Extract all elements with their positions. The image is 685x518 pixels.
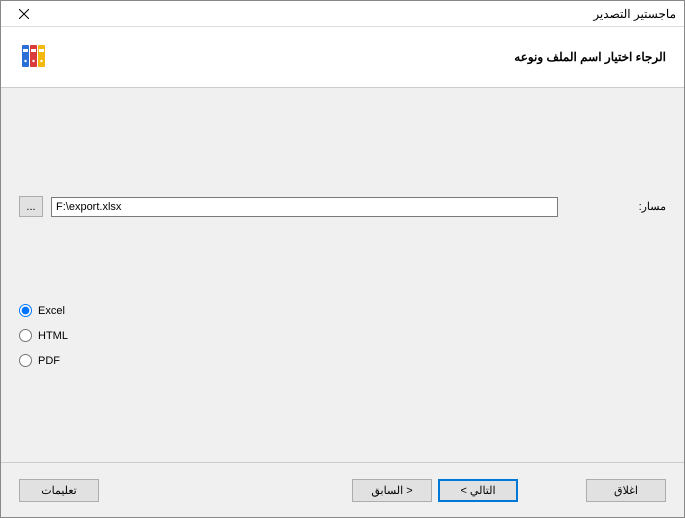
path-label: مسار: <box>566 200 666 213</box>
radio-pdf-label: PDF <box>38 355 60 367</box>
titlebar: ماجستير التصدير <box>1 1 684 27</box>
radio-excel[interactable]: Excel <box>19 304 68 317</box>
wizard-footer: اغلاق التالي > < السابق تعليمات <box>1 463 684 517</box>
close-icon <box>19 9 29 19</box>
close-dialog-button[interactable]: اغلاق <box>586 479 666 502</box>
close-button[interactable] <box>9 4 39 24</box>
radio-html-label: HTML <box>38 330 68 342</box>
back-button[interactable]: < السابق <box>352 479 432 502</box>
wizard-content: مسار: ... Excel HTML PDF <box>1 87 684 463</box>
next-button[interactable]: التالي > <box>438 479 518 502</box>
radio-html[interactable]: HTML <box>19 329 68 342</box>
path-row: مسار: ... <box>19 196 666 217</box>
format-radio-group: Excel HTML PDF <box>19 304 68 379</box>
browse-button[interactable]: ... <box>19 196 43 217</box>
path-input[interactable] <box>51 197 558 217</box>
radio-excel-input[interactable] <box>19 304 32 317</box>
binders-icon <box>19 41 49 74</box>
help-button[interactable]: تعليمات <box>19 479 99 502</box>
radio-excel-label: Excel <box>38 305 65 317</box>
wizard-header: الرجاء اختيار اسم الملف ونوعه <box>1 27 684 87</box>
radio-pdf-input[interactable] <box>19 354 32 367</box>
radio-pdf[interactable]: PDF <box>19 354 68 367</box>
wizard-subtitle: الرجاء اختيار اسم الملف ونوعه <box>514 50 666 64</box>
window-title: ماجستير التصدير <box>593 7 676 21</box>
radio-html-input[interactable] <box>19 329 32 342</box>
